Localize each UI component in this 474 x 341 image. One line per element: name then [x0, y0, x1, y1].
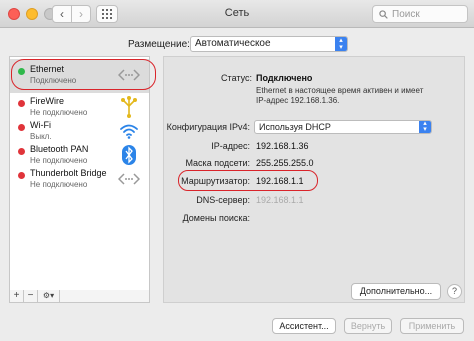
service-list: Ethernet Подключено FireWire Не подключе…: [9, 56, 150, 291]
ipv4-config-label: Конфигурация IPv4:: [166, 122, 250, 132]
service-item-thunderbolt-bridge[interactable]: Thunderbolt Bridge Не подключено: [10, 163, 149, 197]
select-stepper-icon: ▴ ▾: [335, 37, 347, 51]
status-label: Статус:: [221, 73, 252, 83]
help-button[interactable]: ?: [447, 284, 462, 299]
detail-panel: Статус: Подключено Ethernet в настоящее …: [163, 56, 465, 303]
search-field[interactable]: Поиск: [372, 5, 468, 23]
remove-service-button[interactable]: −: [24, 290, 38, 302]
status-dot: [18, 148, 25, 155]
service-name: FireWire: [30, 96, 64, 106]
highlight-circle-ethernet: [11, 59, 156, 90]
status-value: Подключено: [256, 73, 313, 83]
location-label: Размещение:: [128, 39, 190, 50]
service-name: Wi-Fi: [30, 120, 51, 130]
search-placeholder: Поиск: [392, 8, 420, 20]
apply-button[interactable]: Применить: [400, 318, 464, 334]
service-list-toolbar: + − ⚙▾: [9, 290, 150, 303]
search-domains-label: Домены поиска:: [182, 213, 250, 223]
revert-button[interactable]: Вернуть: [344, 318, 392, 334]
subnet-mask-label: Маска подсети:: [185, 158, 250, 168]
ipv4-config-select[interactable]: Используя DHCP ▴ ▾: [254, 120, 432, 134]
ethernet-arrows-icon: [117, 167, 141, 191]
select-stepper-icon: ▴ ▾: [419, 120, 431, 133]
assistant-button[interactable]: Ассистент...: [272, 318, 336, 334]
status-description: Ethernet в настоящее время активен и име…: [256, 86, 436, 106]
add-service-button[interactable]: +: [10, 290, 24, 302]
title-bar: ‹ › Сеть Поиск: [0, 0, 474, 28]
status-description-line: IP-адрес 192.168.1.36.: [256, 96, 340, 105]
ipv4-config-value: Используя DHCP: [259, 122, 331, 132]
gear-menu-button[interactable]: ⚙▾: [38, 290, 60, 302]
ip-address-value: 192.168.1.36: [256, 141, 309, 151]
highlight-circle-router: [178, 170, 318, 191]
status-description-line: Ethernet в настоящее время активен и име…: [256, 86, 424, 95]
search-icon: [379, 9, 388, 19]
service-name: Bluetooth PAN: [30, 144, 89, 154]
location-value: Автоматическое: [195, 38, 271, 49]
ip-address-label: IP-адрес:: [211, 141, 250, 151]
status-dot: [18, 100, 25, 107]
location-select[interactable]: Автоматическое ▴ ▾: [190, 36, 348, 52]
status-dot: [18, 124, 25, 131]
service-status: Не подключено: [30, 180, 88, 189]
service-name: Thunderbolt Bridge: [30, 168, 107, 178]
subnet-mask-value: 255.255.255.0: [256, 158, 314, 168]
dns-server-value: 192.168.1.1: [256, 195, 304, 205]
advanced-button[interactable]: Дополнительно...: [351, 283, 441, 300]
status-dot: [18, 172, 25, 179]
dns-server-label: DNS-сервер:: [196, 195, 250, 205]
